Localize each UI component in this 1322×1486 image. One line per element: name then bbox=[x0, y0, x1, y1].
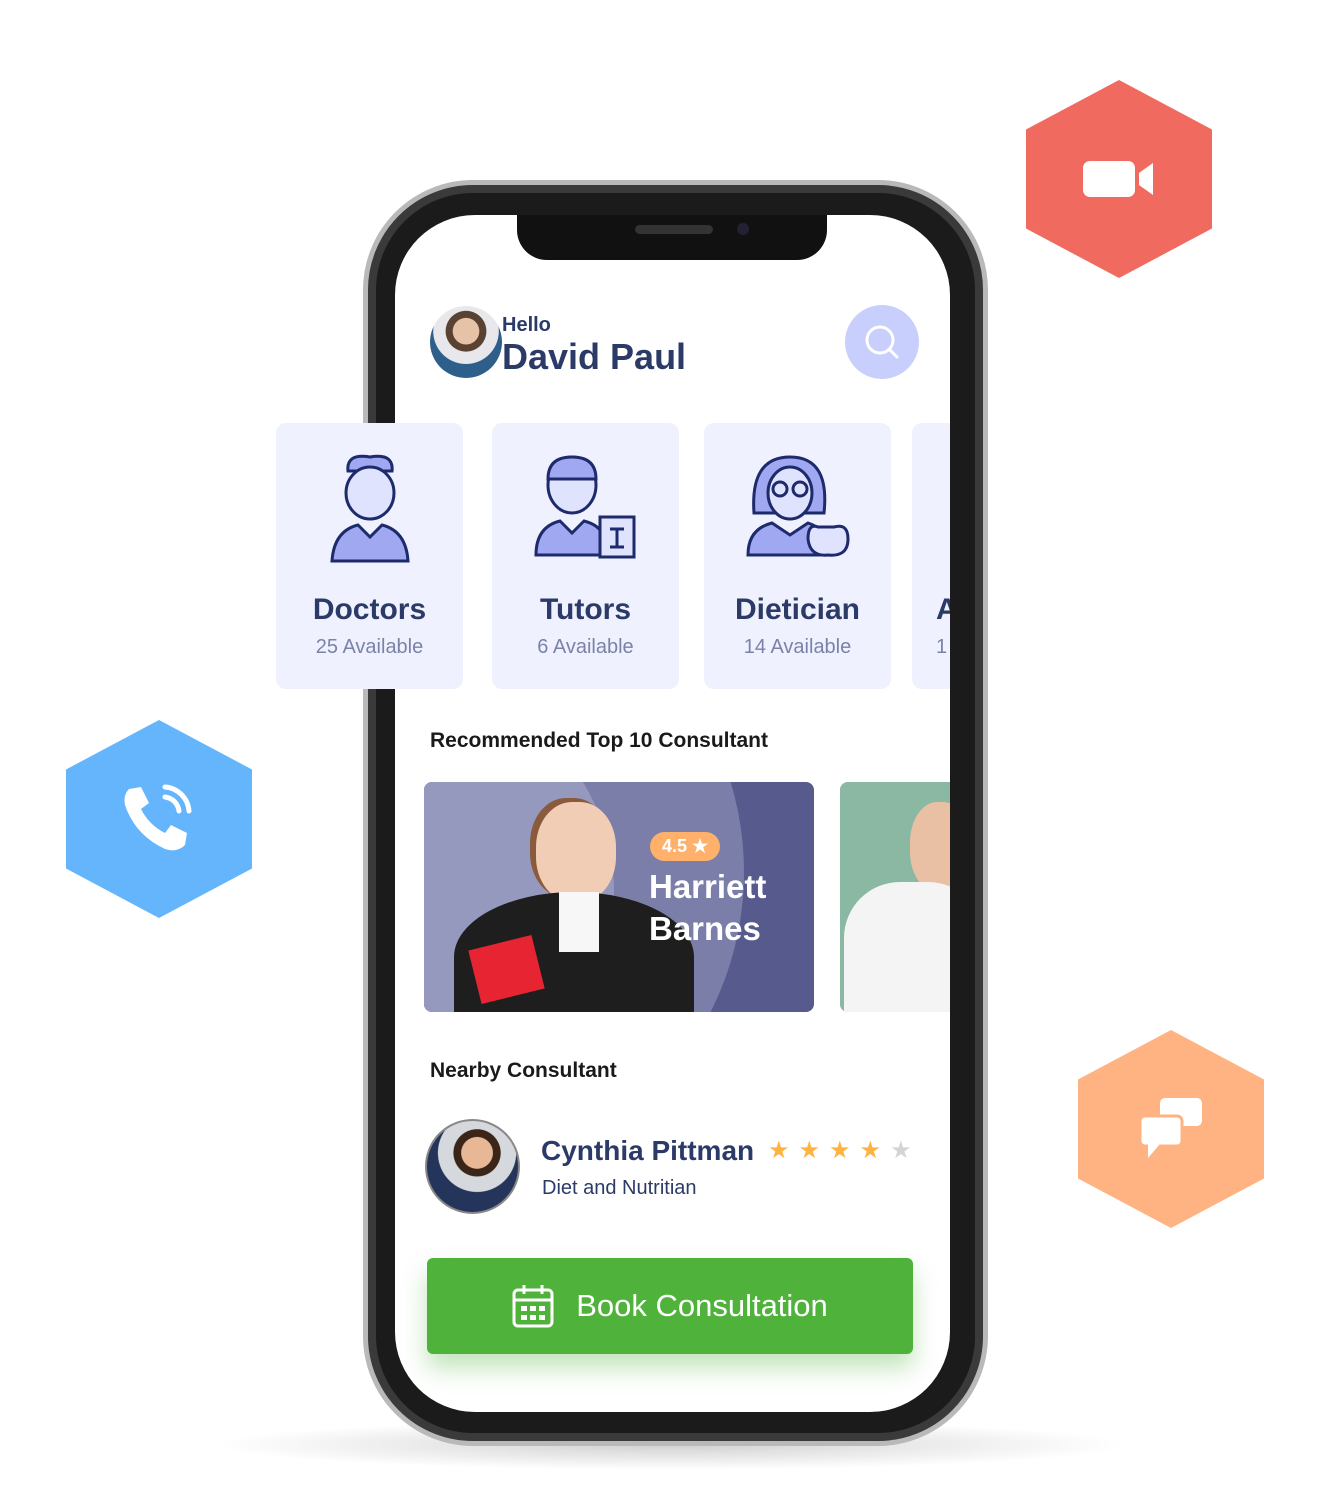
star-empty-icon: ★ bbox=[890, 1137, 912, 1164]
nearby-consultant-avatar[interactable] bbox=[425, 1119, 520, 1214]
category-name: A bbox=[936, 593, 950, 626]
consultant-last-name: Barnes bbox=[649, 910, 761, 947]
greeting-text: Hello bbox=[502, 314, 551, 336]
nearby-consultant-name[interactable]: Cynthia Pittman bbox=[541, 1135, 754, 1167]
speaker bbox=[635, 225, 713, 234]
voice-call-badge[interactable] bbox=[66, 720, 252, 918]
star-filled-icon: ★ bbox=[768, 1137, 790, 1164]
category-availability: 25 Available bbox=[315, 636, 424, 658]
user-avatar[interactable] bbox=[430, 306, 502, 378]
category-card-partial[interactable]: A 1 bbox=[912, 423, 950, 689]
category-name: Dietician bbox=[734, 593, 861, 626]
featured-consultant-card[interactable]: 4.5 ★ Harriett Barnes bbox=[424, 782, 814, 1012]
consultant-card-next[interactable] bbox=[840, 782, 950, 1012]
category-carousel: Doctors 25 Available Tutors 6 Available … bbox=[276, 423, 950, 689]
front-camera bbox=[737, 223, 749, 235]
chat-badge[interactable] bbox=[1078, 1030, 1264, 1228]
phone-call-icon bbox=[124, 784, 192, 851]
search-button[interactable] bbox=[845, 305, 919, 379]
recommended-title: Recommended Top 10 Consultant bbox=[430, 729, 768, 752]
book-consultation-button[interactable]: Book Consultation bbox=[427, 1258, 913, 1354]
consultant-first-name: Harriett bbox=[649, 868, 767, 905]
rating-badge: 4.5 ★ bbox=[650, 832, 721, 861]
book-consultation-label: Book Consultation bbox=[576, 1288, 828, 1323]
category-card-dietician[interactable]: Dietician 14 Available bbox=[704, 423, 891, 689]
video-camera-icon bbox=[1083, 161, 1153, 197]
tutor-icon bbox=[533, 455, 635, 559]
calendar-icon bbox=[512, 1285, 554, 1328]
star-filled-icon: ★ bbox=[859, 1137, 882, 1164]
nearby-title: Nearby Consultant bbox=[430, 1059, 617, 1082]
category-availability: 6 Available bbox=[537, 636, 634, 658]
phone-notch bbox=[517, 215, 827, 260]
category-name: Doctors bbox=[312, 593, 427, 626]
doctor-icon bbox=[329, 454, 410, 563]
category-name: Tutors bbox=[539, 593, 632, 626]
star-filled-icon: ★ bbox=[829, 1137, 851, 1164]
user-name: David Paul bbox=[502, 336, 687, 377]
category-availability: 14 Available bbox=[743, 636, 852, 658]
category-card-doctors[interactable]: Doctors 25 Available bbox=[276, 423, 463, 689]
video-call-badge[interactable] bbox=[1026, 80, 1212, 278]
dietician-icon bbox=[745, 455, 850, 557]
chat-bubbles-icon bbox=[1138, 1098, 1202, 1158]
nearby-consultant-specialty: Diet and Nutritian bbox=[542, 1177, 697, 1199]
category-availability: 1 bbox=[936, 636, 948, 658]
search-icon bbox=[865, 325, 899, 359]
category-card-tutors[interactable]: Tutors 6 Available bbox=[492, 423, 679, 689]
star-filled-icon: ★ bbox=[798, 1137, 821, 1164]
star-rating: ★ ★ ★ ★ ★ bbox=[768, 1136, 912, 1165]
